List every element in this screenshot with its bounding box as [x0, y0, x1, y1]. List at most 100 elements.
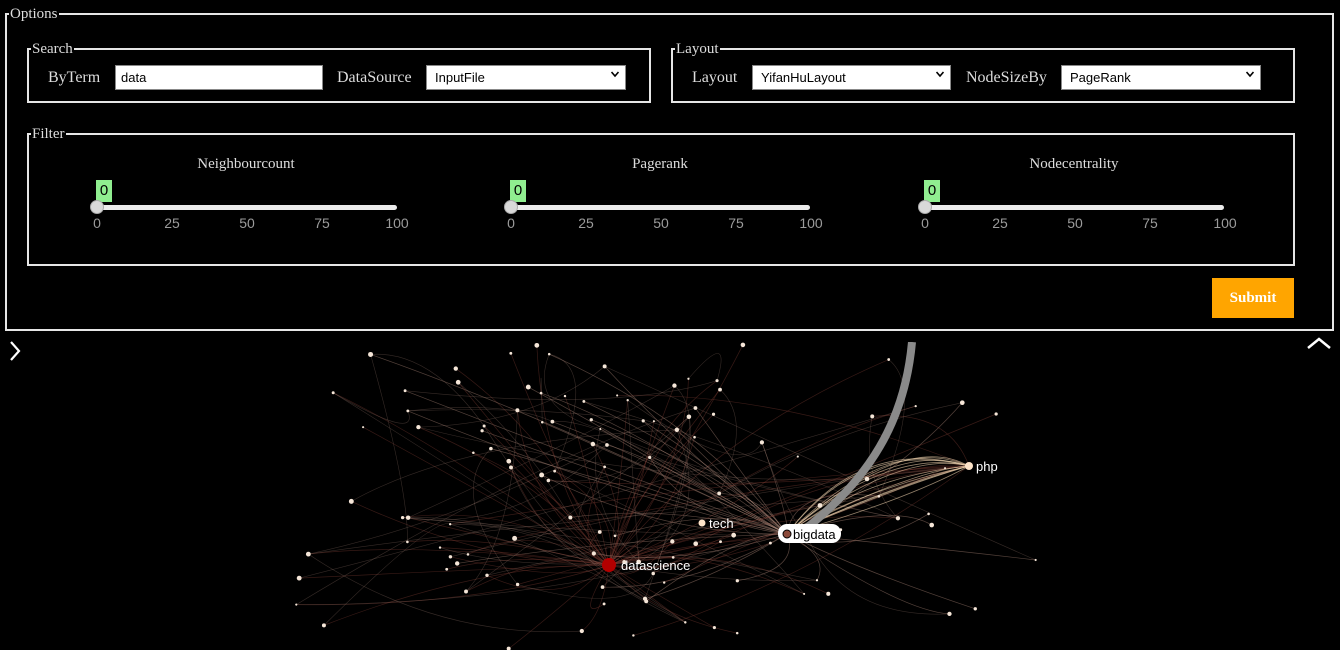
graph-node[interactable] [368, 351, 374, 357]
graph-node[interactable] [563, 394, 567, 398]
graph-node[interactable] [944, 467, 947, 470]
graph-node[interactable] [616, 394, 619, 397]
graph-node[interactable] [929, 522, 935, 528]
graph-node[interactable] [693, 541, 699, 547]
graph-node[interactable] [686, 414, 692, 420]
graph-node[interactable] [547, 352, 551, 356]
graph-node[interactable] [454, 561, 460, 566]
network-graph[interactable]: php tech bigdata datascience [0, 342, 1340, 650]
nodecentrality-track[interactable] [925, 205, 1224, 210]
graph-node[interactable] [602, 364, 607, 369]
graph-node[interactable] [509, 351, 513, 355]
graph-node[interactable] [817, 503, 823, 508]
graph-node[interactable] [877, 494, 881, 498]
graph-node[interactable] [959, 400, 965, 405]
graph-node[interactable] [453, 366, 458, 371]
graph-node[interactable] [740, 342, 746, 348]
graph-node[interactable] [597, 530, 602, 534]
graph-node[interactable] [406, 540, 409, 544]
graph-node[interactable] [719, 540, 722, 544]
graph-node[interactable] [735, 631, 739, 635]
graph-node[interactable] [403, 389, 407, 393]
graph-node[interactable] [674, 427, 680, 433]
submit-button[interactable]: Submit [1212, 278, 1294, 318]
graph-node[interactable] [717, 491, 722, 496]
graph-node[interactable] [416, 424, 421, 430]
graph-node[interactable] [553, 469, 557, 473]
graph-node[interactable] [670, 539, 675, 544]
graph-node[interactable] [448, 523, 452, 526]
graph-node[interactable] [602, 602, 606, 606]
graph-node[interactable] [711, 412, 716, 416]
graph-node[interactable] [485, 573, 489, 577]
graph-node[interactable] [482, 424, 486, 428]
graph-node[interactable] [731, 532, 737, 538]
graph-node[interactable] [603, 465, 607, 469]
graph-node[interactable] [400, 515, 405, 520]
graph-node[interactable] [512, 535, 518, 541]
graph-node[interactable] [973, 607, 977, 611]
graph-node[interactable] [768, 541, 772, 545]
graph-node[interactable] [672, 383, 677, 388]
node-tech[interactable] [698, 519, 706, 527]
node-php[interactable] [965, 462, 973, 470]
neighbourcount-thumb[interactable] [90, 200, 104, 214]
graph-node[interactable] [613, 534, 617, 538]
graph-node[interactable] [525, 384, 531, 390]
graph-node[interactable] [803, 592, 806, 595]
graph-node[interactable] [448, 555, 453, 559]
graph-node[interactable] [464, 589, 468, 594]
graph-node[interactable] [406, 409, 410, 413]
graph-node[interactable] [539, 391, 543, 395]
graph-node[interactable] [644, 599, 649, 604]
graph-node[interactable] [735, 579, 739, 583]
graph-node[interactable] [568, 515, 573, 520]
graph-node[interactable] [715, 379, 719, 383]
graph-node[interactable] [870, 414, 875, 419]
graph-node[interactable] [480, 429, 484, 433]
graph-node[interactable] [759, 440, 765, 445]
graph-node[interactable] [540, 421, 544, 424]
graph-node[interactable] [539, 472, 545, 478]
nodesizeby-select[interactable]: PageRank [1061, 65, 1261, 90]
graph-node[interactable] [600, 585, 605, 589]
graph-node[interactable] [582, 399, 586, 403]
graph-node[interactable] [362, 426, 365, 429]
node-bigdata[interactable] [782, 529, 792, 539]
graph-node[interactable] [295, 603, 298, 606]
graph-node[interactable] [321, 623, 326, 628]
graph-node[interactable] [305, 551, 311, 557]
layout-select[interactable]: YifanHuLayout [752, 65, 951, 90]
graph-node[interactable] [632, 634, 635, 637]
graph-node[interactable] [579, 628, 584, 634]
graph-node[interactable] [599, 427, 602, 430]
byterm-input[interactable]: data [115, 65, 323, 90]
graph-node[interactable] [445, 567, 449, 571]
graph-node[interactable] [506, 458, 512, 464]
graph-node[interactable] [550, 419, 555, 424]
graph-node[interactable] [796, 455, 799, 458]
graph-node[interactable] [895, 516, 901, 521]
datasource-select[interactable]: InputFile [426, 65, 626, 90]
graph-node[interactable] [648, 455, 652, 460]
graph-node[interactable] [994, 412, 998, 416]
graph-node[interactable] [534, 342, 540, 348]
graph-node[interactable] [887, 358, 891, 361]
graph-node[interactable] [348, 498, 354, 504]
graph-node[interactable] [455, 379, 461, 385]
graph-node[interactable] [652, 420, 655, 423]
graph-node[interactable] [927, 512, 930, 516]
node-datascience[interactable] [602, 558, 616, 572]
graph-node[interactable] [331, 391, 335, 395]
nodecentrality-thumb[interactable] [918, 200, 932, 214]
graph-node[interactable] [405, 515, 411, 520]
pagerank-thumb[interactable] [504, 200, 518, 214]
graph-node[interactable] [489, 446, 493, 451]
graph-node[interactable] [438, 546, 442, 549]
graph-node[interactable] [718, 387, 722, 392]
graph-node[interactable] [815, 579, 819, 582]
graph-node[interactable] [1034, 558, 1037, 562]
neighbourcount-track[interactable] [97, 205, 397, 210]
pagerank-track[interactable] [511, 205, 810, 210]
graph-node[interactable] [687, 377, 690, 380]
